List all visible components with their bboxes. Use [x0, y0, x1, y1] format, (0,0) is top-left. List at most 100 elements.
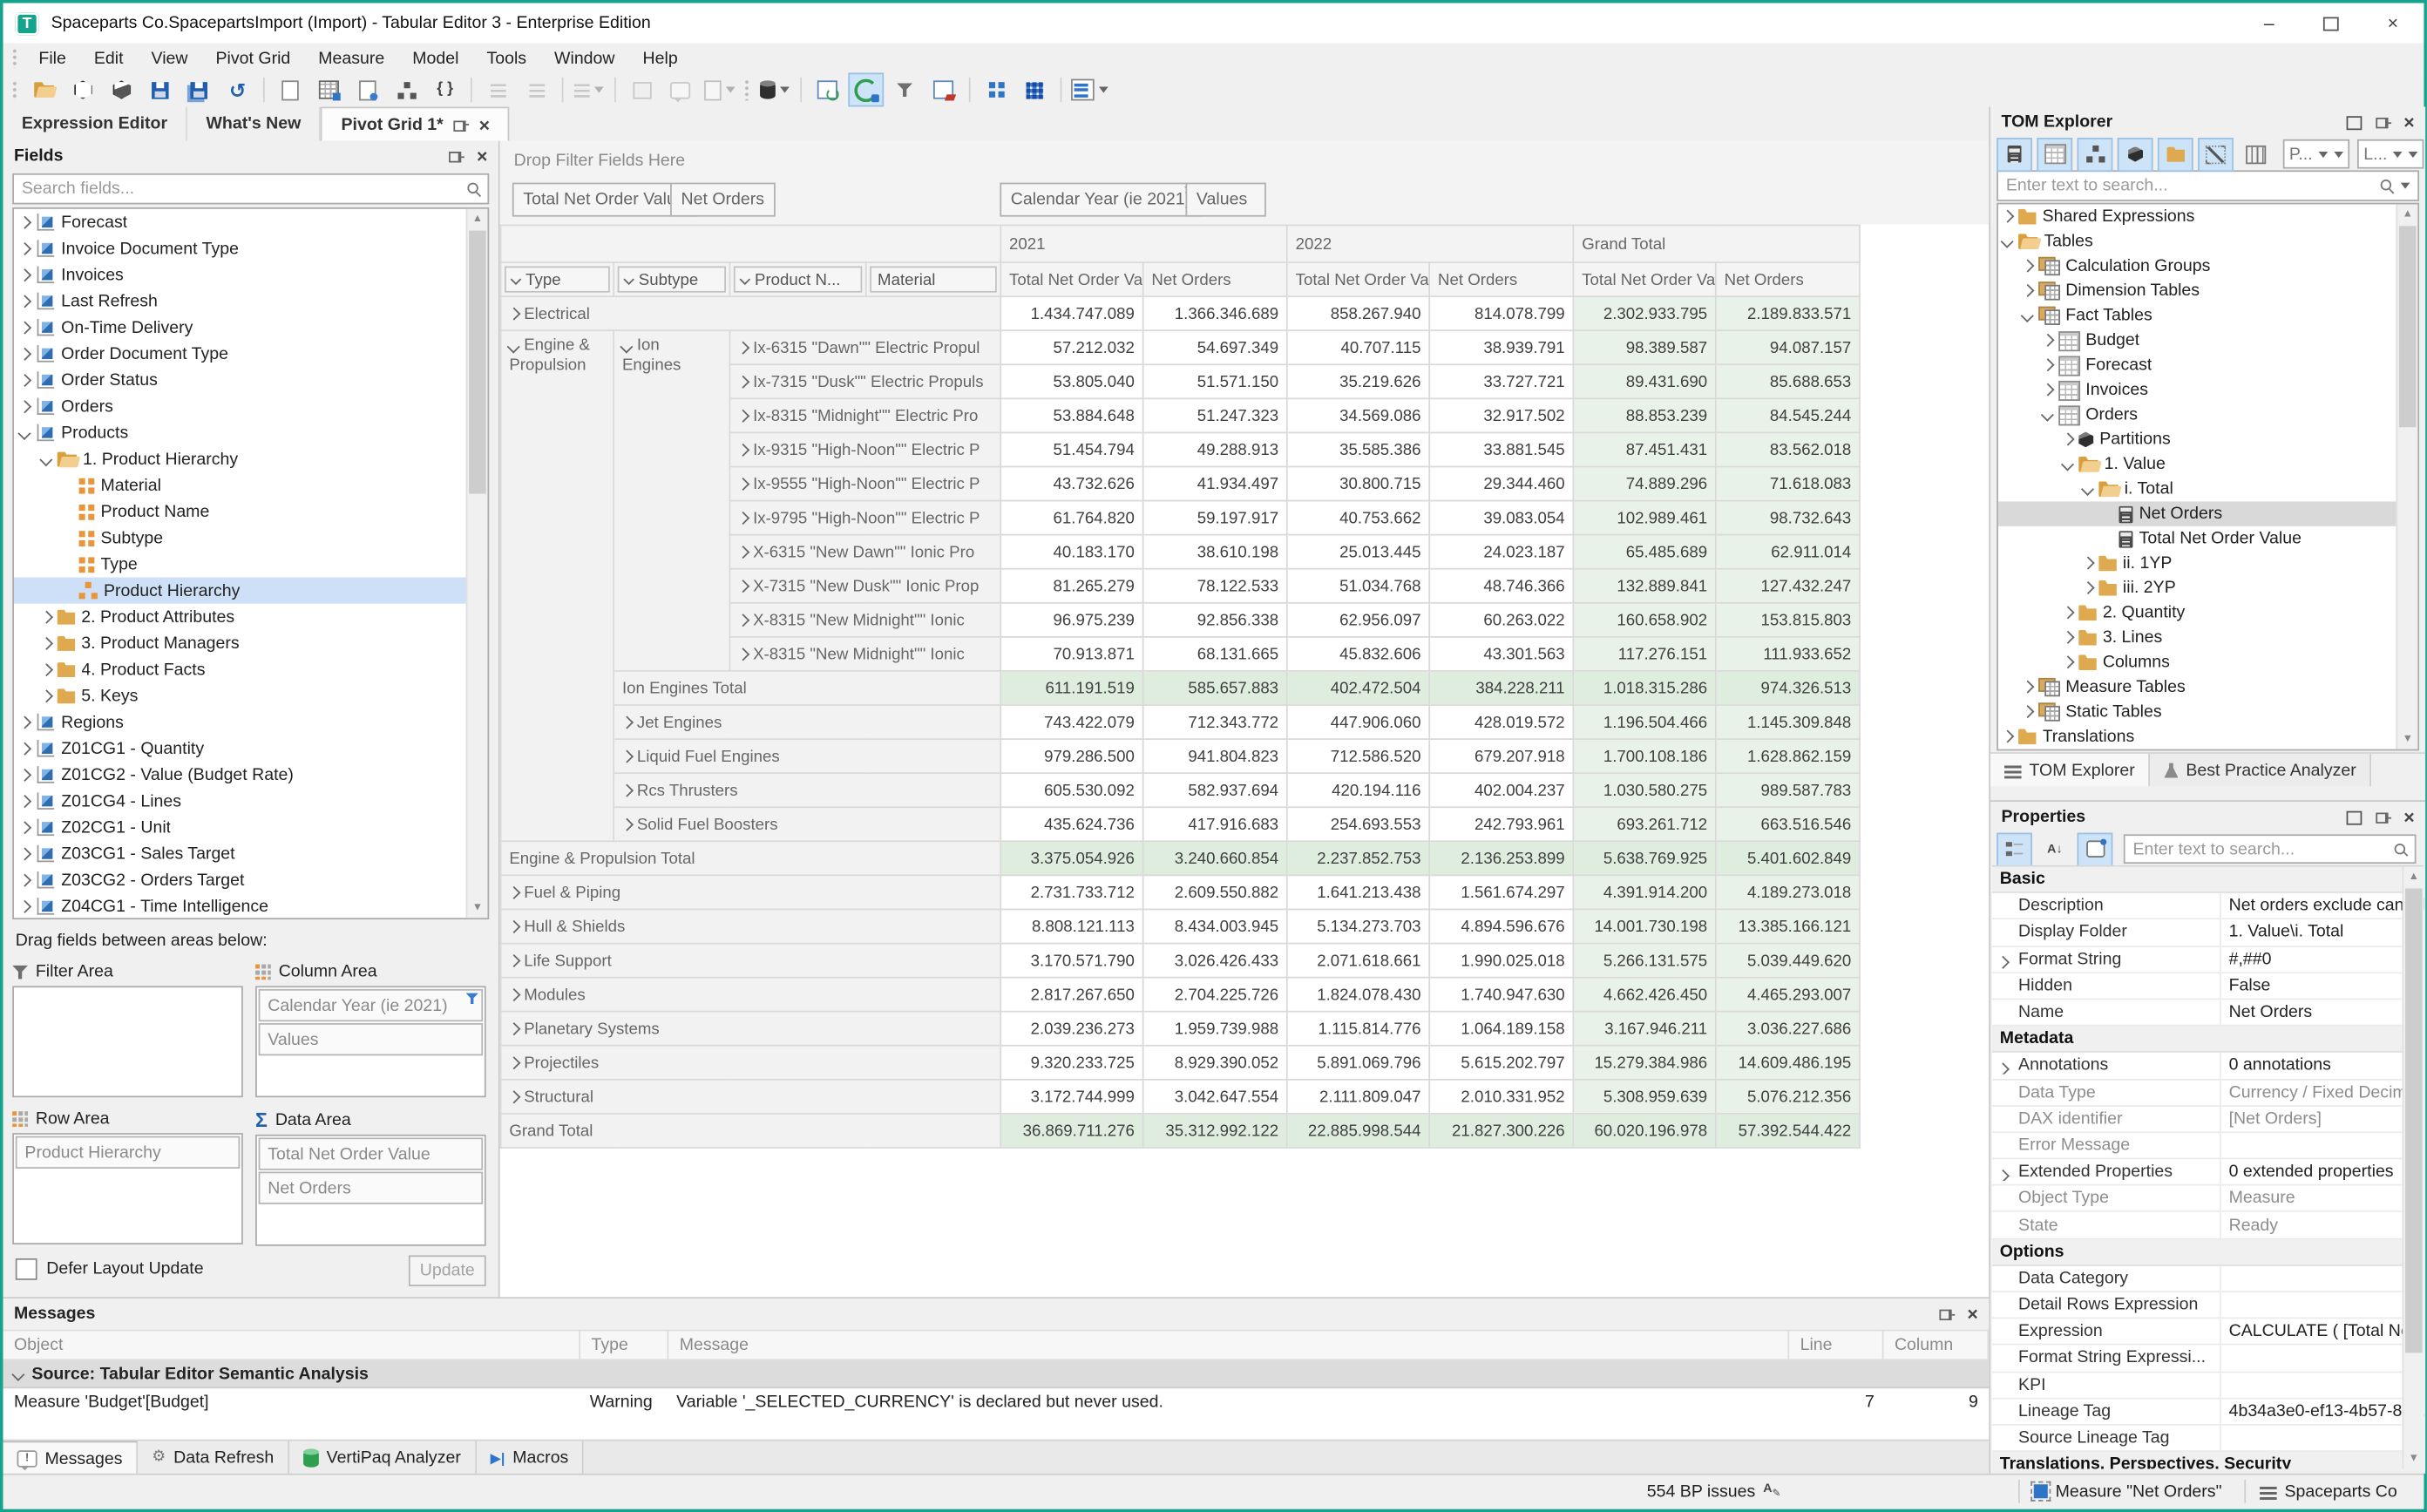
expander-icon[interactable] [1996, 1169, 2009, 1182]
columns-filter-icon[interactable] [2238, 137, 2274, 171]
pivot-row-ix-9555-high-noon-electric-p[interactable]: Ix-9555 "High-Noon"" Electric P [729, 465, 1002, 502]
measures-filter-icon[interactable] [1997, 137, 2033, 172]
pivot-row-solid-fuel-boosters[interactable]: Solid Fuel Boosters [613, 806, 1002, 843]
chevron-right-icon[interactable] [2001, 730, 2014, 743]
pin-icon[interactable] [1938, 1306, 1956, 1322]
pivot-colgroup-grand-total[interactable]: Grand Total [1572, 224, 1861, 263]
fields-tree-item-order-document-type[interactable]: Order Document Type [14, 341, 487, 367]
pivot-row-liquid-fuel-engines[interactable]: Liquid Fuel Engines [613, 738, 1002, 775]
dropdown-icon[interactable] [594, 86, 604, 93]
area-box-filter[interactable] [12, 986, 243, 1098]
close-icon[interactable]: × [1967, 1305, 1977, 1323]
pivot-row-structural[interactable]: Structural [499, 1078, 1002, 1115]
chevron-down-icon[interactable] [2041, 409, 2054, 421]
chevron-right-icon[interactable] [2041, 334, 2054, 347]
pivot-row-fuel-piping[interactable]: Fuel & Piping [499, 874, 1002, 911]
process-model-icon[interactable] [848, 72, 885, 107]
pivot-column-chip-calendar-year[interactable]: Calendar Year (ie 2021) [1000, 182, 1202, 217]
fields-tree-item-material[interactable]: Material [14, 472, 487, 498]
tom-tree-item-partitions[interactable]: Partitions [1998, 427, 2417, 451]
chevron-right-icon[interactable] [18, 847, 31, 860]
menu-pivot-grid[interactable]: Pivot Grid [202, 44, 305, 73]
tom-search-input[interactable]: Enter text to search... [1997, 170, 2420, 201]
fields-tree-item-z01cg2-value-budget-rate[interactable]: Z01CG2 - Value (Budget Rate) [14, 762, 487, 788]
fields-tree-item-invoice-document-type[interactable]: Invoice Document Type [14, 235, 487, 261]
chevron-right-icon[interactable] [736, 342, 749, 355]
chevron-right-icon[interactable] [18, 400, 31, 413]
fields-tree-item-forecast[interactable]: Forecast [14, 209, 487, 235]
area-box-data[interactable]: Total Net Order Value Net Orders [255, 1134, 486, 1246]
pivot-row-x-7315-new-dusk-ionic-prop[interactable]: X-7315 "New Dusk"" Ionic Prop [729, 567, 1002, 604]
rowfield-button[interactable]: Product N... [733, 266, 863, 293]
chevron-right-icon[interactable] [18, 321, 31, 334]
uncomment-icon[interactable] [662, 72, 698, 106]
fields-tree-item-orders[interactable]: Orders [14, 393, 487, 419]
fields-search-input[interactable]: Search fields... [12, 173, 490, 205]
pivot-row-rcs-thrusters[interactable]: Rcs Thrusters [613, 772, 1002, 809]
pin-icon[interactable] [452, 117, 470, 132]
tom-tree-item-dimension-tables[interactable]: Dimension Tables [1998, 279, 2417, 303]
scrollbar-thumb[interactable] [2405, 888, 2423, 1353]
pivot-rowfield-product-n[interactable]: Product N... [729, 261, 867, 298]
sort-alpha-button[interactable]: A↓ [2037, 832, 2072, 866]
chevron-right-icon[interactable] [18, 742, 31, 755]
chevron-right-icon[interactable] [2061, 433, 2074, 446]
defer-layout-checkbox[interactable] [15, 1258, 37, 1280]
message-row[interactable]: Measure 'Budget'[Budget] Warning Variable … [3, 1388, 1990, 1414]
pivot-valueheader-total-net-order-value[interactable]: Total Net Order Value [1572, 261, 1717, 298]
pivot-row-planetary-systems[interactable]: Planetary Systems [499, 1010, 1002, 1047]
tom-tree-item-3-lines[interactable]: 3. Lines [1998, 626, 2417, 650]
menu-view[interactable]: View [138, 44, 202, 73]
field-chip-total-net-order-value[interactable]: Total Net Order Value [258, 1137, 484, 1170]
fields-tree-item-3-product-managers[interactable]: 3. Product Managers [14, 630, 487, 656]
tom-tree-item-calculation-groups[interactable]: Calculation Groups [1998, 254, 2417, 278]
chevron-right-icon[interactable] [18, 374, 31, 386]
pivot-row-x-6315-new-dawn-ionic-pro[interactable]: X-6315 "New Dawn"" Ionic Pro [729, 533, 1002, 570]
chevron-right-icon[interactable] [736, 444, 749, 457]
chevron-right-icon[interactable] [18, 873, 31, 886]
dropdown-icon[interactable] [2409, 151, 2418, 158]
pin-icon[interactable] [2375, 114, 2392, 130]
pivot-data-chip-total-net-order-value[interactable]: Total Net Order Value [512, 182, 697, 217]
area-box-row[interactable]: Product Hierarchy [12, 1133, 243, 1244]
open-file-icon[interactable] [26, 72, 62, 106]
hidden-objects-filter-icon[interactable] [2198, 137, 2234, 172]
property-value[interactable]: Net orders exclude cancell... [2219, 893, 2424, 919]
chevron-right-icon[interactable] [736, 410, 749, 423]
tom-tree-item-total-net-order-value[interactable]: Total Net Order Value [1998, 526, 2417, 551]
edit-model-icon[interactable] [104, 72, 139, 106]
chevron-down-icon[interactable] [2081, 483, 2094, 496]
chevron-right-icon[interactable] [507, 920, 520, 933]
pivot-row-group-engine-propulsion[interactable]: Engine & Propulsion [499, 329, 615, 843]
fields-tree-item-regions[interactable]: Regions [14, 709, 487, 735]
fields-tree-item-subtype[interactable]: Subtype [14, 525, 487, 551]
chevron-right-icon[interactable] [736, 546, 749, 559]
bottom-tab-vertipaq-analyzer[interactable]: VertiPaq Analyzer [288, 1441, 477, 1475]
pivot-rowfield-material[interactable]: Material [864, 261, 1002, 298]
chevron-right-icon[interactable] [18, 795, 31, 808]
fields-tree-item-product-name[interactable]: Product Name [14, 498, 487, 525]
update-button[interactable]: Update [408, 1255, 486, 1286]
new-pivot-grid-icon[interactable] [311, 72, 347, 106]
new-model-icon[interactable] [65, 72, 101, 106]
filter-dropdown-icon[interactable] [623, 274, 634, 285]
close-icon[interactable]: × [477, 147, 487, 166]
pivot-row-ion-engines-total[interactable]: Ion Engines Total [613, 670, 1002, 706]
new-diagram-icon[interactable] [389, 72, 424, 106]
chevron-right-icon[interactable] [620, 716, 633, 729]
messages-col-column[interactable]: Column [1884, 1331, 1990, 1359]
chevron-right-icon[interactable] [2041, 383, 2054, 397]
indent-icon[interactable] [480, 72, 516, 106]
pivot-valueheader-total-net-order-value[interactable]: Total Net Order Value [1000, 261, 1144, 298]
chevron-right-icon[interactable] [39, 689, 52, 702]
chevron-right-icon[interactable] [39, 610, 52, 623]
chevron-right-icon[interactable] [18, 242, 31, 254]
property-value[interactable]: 0 annotations [2219, 1053, 2424, 1079]
deploy-database-icon[interactable] [757, 72, 793, 106]
chevron-right-icon[interactable] [18, 899, 31, 912]
chevron-right-icon[interactable] [2021, 260, 2034, 273]
property-value[interactable]: [Net Orders] [2219, 1106, 2424, 1132]
fields-tree-item-product-hierarchy[interactable]: Product Hierarchy [13, 577, 488, 604]
pivot-row-ix-9315-high-noon-electric-p[interactable]: Ix-9315 "High-Noon"" Electric P [729, 431, 1002, 468]
property-section-metadata[interactable]: Metadata [1991, 1026, 2424, 1054]
